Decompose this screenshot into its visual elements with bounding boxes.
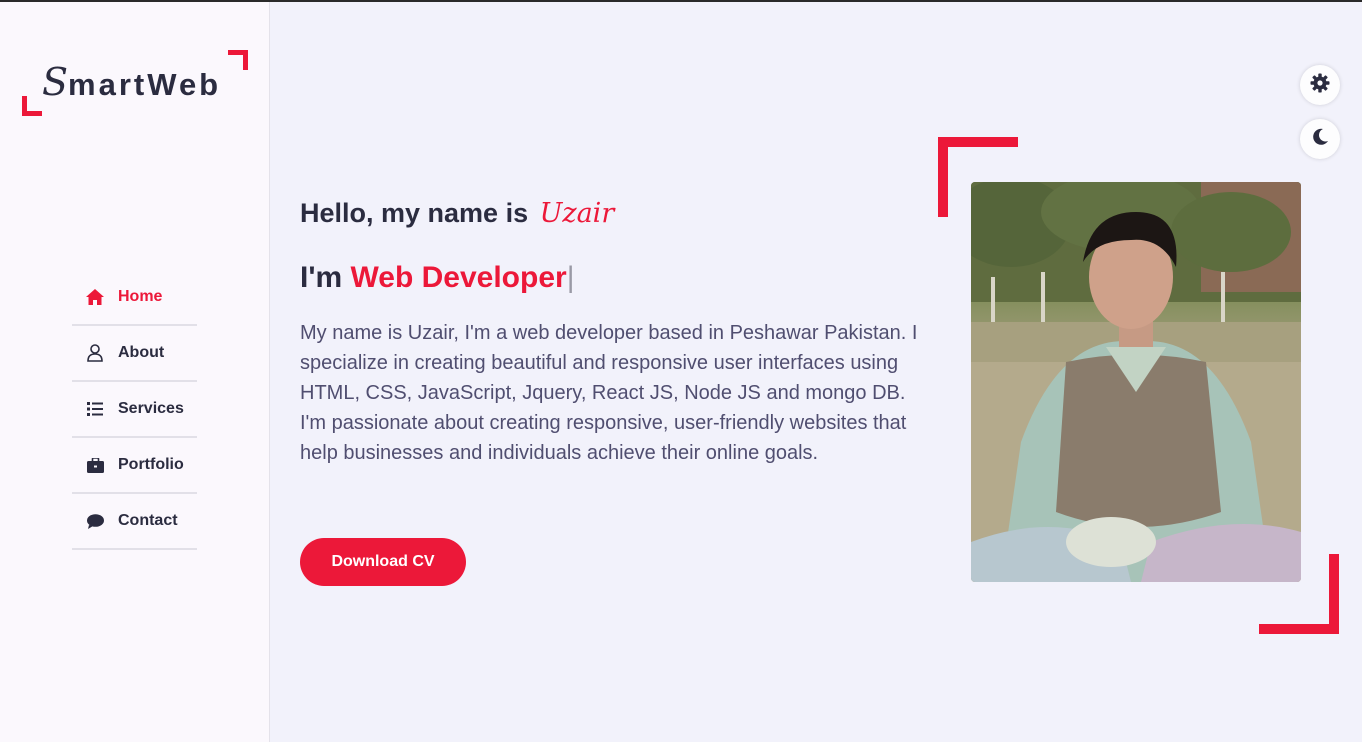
nav-label-contact: Contact xyxy=(118,512,178,529)
greeting-text: Hello, my name is xyxy=(300,198,529,228)
logo-corner-top-right xyxy=(228,50,248,70)
briefcase-icon xyxy=(86,456,104,474)
logo-corner-bottom-left xyxy=(22,96,42,116)
settings-button[interactable] xyxy=(1300,65,1340,105)
nav-item-portfolio[interactable]: Portfolio xyxy=(72,438,197,494)
main-nav: Home About Services Portfolio Contact xyxy=(72,270,197,550)
sidebar: SmartWeb Home About Services Portfolio C… xyxy=(0,2,270,742)
logo-text: SmartWeb xyxy=(42,60,221,104)
list-icon xyxy=(86,400,104,418)
profile-photo xyxy=(971,182,1301,582)
typing-cursor: | xyxy=(566,261,575,294)
moon-icon xyxy=(1311,128,1329,151)
logo-first-letter: S xyxy=(42,60,69,104)
nav-label-home: Home xyxy=(118,288,163,305)
hero-name: Uzair xyxy=(539,198,615,229)
nav-item-services[interactable]: Services xyxy=(72,382,197,438)
nav-label-portfolio: Portfolio xyxy=(118,456,184,473)
nav-item-contact[interactable]: Contact xyxy=(72,494,197,550)
download-cv-button[interactable]: Download CV xyxy=(300,538,466,586)
chat-icon xyxy=(86,512,104,530)
gear-icon xyxy=(1310,73,1330,98)
nav-label-services: Services xyxy=(118,400,184,417)
nav-item-home[interactable]: Home xyxy=(72,270,197,326)
role-prefix: I'm xyxy=(300,261,343,294)
role-heading: I'm Web Developer| xyxy=(300,261,574,295)
theme-toggle-button[interactable] xyxy=(1300,119,1340,159)
logo[interactable]: SmartWeb xyxy=(22,50,248,116)
home-icon xyxy=(86,288,104,306)
user-icon xyxy=(86,344,104,362)
logo-rest: martWeb xyxy=(68,67,222,102)
greeting: Hello, my name is Uzair xyxy=(300,198,614,229)
bio-paragraph: My name is Uzair, I'm a web developer ba… xyxy=(300,322,918,464)
nav-label-about: About xyxy=(118,344,165,361)
role-title: Web Developer xyxy=(350,261,567,294)
nav-item-about[interactable]: About xyxy=(72,326,197,382)
